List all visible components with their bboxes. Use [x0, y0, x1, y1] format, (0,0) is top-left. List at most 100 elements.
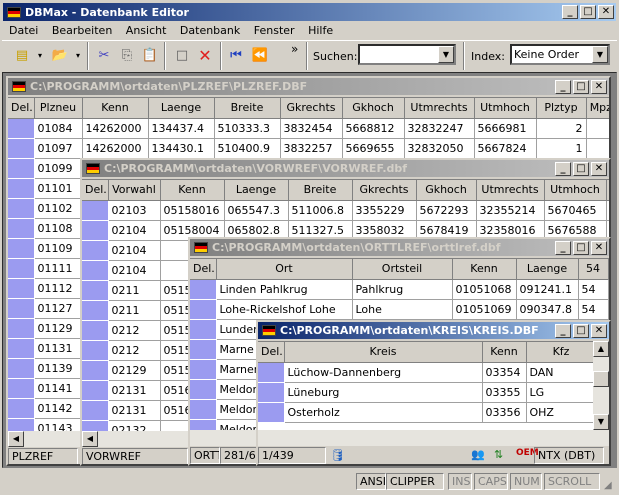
table-cell[interactable]: Linden Pahlkrug: [216, 279, 353, 300]
kreis-scroll-thumb[interactable]: [593, 371, 609, 387]
table-cell[interactable]: 5667824: [474, 138, 537, 159]
kreis-column-header[interactable]: Kreis: [284, 342, 483, 363]
orttlref-close-button[interactable]: ✕: [591, 240, 607, 255]
delete-flag-cell[interactable]: [8, 258, 35, 279]
open-dropdown-icon[interactable]: ▾: [68, 46, 88, 66]
delete-flag-cell[interactable]: [82, 280, 109, 301]
users-icon[interactable]: 👥: [471, 448, 485, 461]
plzref-column-header[interactable]: Breite: [214, 98, 281, 119]
orttlref-column-header[interactable]: Ort: [216, 259, 353, 280]
table-row[interactable]: Lohe-Rickelshof Lohe Lohe 01051069 090347.8…: [190, 299, 609, 320]
orttlref-column-header[interactable]: Laenge: [516, 259, 579, 280]
table-cell[interactable]: 065547.3: [224, 200, 289, 221]
table-cell[interactable]: Lüneburg: [284, 382, 483, 403]
vorwref-column-header[interactable]: Gkrechts: [352, 180, 417, 201]
table-row[interactable]: Lüchow-Dannenberg 03354 DAN: [258, 362, 593, 383]
kreis-close-button[interactable]: ✕: [591, 323, 607, 338]
table-cell[interactable]: Pahlkrug: [352, 279, 453, 300]
plzref-column-header[interactable]: Plztyp: [536, 98, 587, 119]
delete-flag-cell[interactable]: [258, 402, 285, 423]
table-cell[interactable]: 01109: [34, 238, 83, 259]
previous-record-icon[interactable]: ⏪: [250, 46, 270, 66]
kreis-column-header[interactable]: Kfz: [526, 342, 593, 363]
table-cell[interactable]: 01141: [34, 378, 83, 399]
delete-flag-cell[interactable]: [258, 382, 285, 403]
table-cell[interactable]: 14262000: [82, 118, 149, 139]
table-cell[interactable]: 01051068: [452, 279, 517, 300]
table-cell[interactable]: 01111: [34, 258, 83, 279]
maximize-button[interactable]: □: [580, 5, 596, 19]
table-cell[interactable]: 510333.3: [214, 118, 281, 139]
table-cell[interactable]: 01129: [34, 318, 83, 339]
table-cell[interactable]: 5666981: [474, 118, 537, 139]
table-cell[interactable]: 01143: [34, 418, 83, 431]
plzref-column-header[interactable]: Kenn: [82, 98, 149, 119]
table-row[interactable]: Osterholz 03356 OHZ: [258, 402, 593, 423]
delete-flag-cell[interactable]: [8, 298, 35, 319]
index-select[interactable]: Keine Order ▼: [510, 44, 610, 65]
plzref-minimize-button[interactable]: _: [555, 79, 571, 94]
paste-icon[interactable]: 📋: [140, 46, 160, 66]
table-cell[interactable]: 02104: [108, 220, 161, 241]
plzref-column-header[interactable]: Gkrechts: [280, 98, 343, 119]
delete-flag-cell[interactable]: [190, 379, 217, 400]
vorwref-scroll-left[interactable]: ◀: [82, 431, 98, 447]
kreis-scroll-down[interactable]: ▼: [593, 414, 609, 430]
delete-flag-cell[interactable]: [190, 359, 217, 380]
copy-icon[interactable]: ⎘: [117, 46, 137, 66]
vorwref-column-header[interactable]: Vorwahl: [108, 180, 161, 201]
orttlref-column-header[interactable]: 54: [578, 259, 609, 280]
plzref-column-header[interactable]: Mpzk: [586, 98, 609, 119]
table-cell[interactable]: 5672293: [416, 200, 477, 221]
table-cell[interactable]: 0211: [108, 300, 161, 321]
menu-hilfe[interactable]: Hilfe: [303, 22, 338, 40]
table-cell[interactable]: 5669655: [342, 138, 405, 159]
delete-flag-cell[interactable]: [258, 362, 285, 383]
table-cell[interactable]: 01051069: [452, 299, 517, 320]
table-cell[interactable]: 02131: [108, 400, 161, 421]
new-record-icon[interactable]: □: [172, 46, 192, 66]
open-folder-icon[interactable]: 📂: [50, 46, 70, 66]
table-cell[interactable]: Lohe: [352, 299, 453, 320]
delete-icon[interactable]: ✕: [195, 46, 215, 66]
kreis-scroll-up[interactable]: ▲: [593, 341, 609, 357]
table-cell[interactable]: 5668812: [342, 118, 405, 139]
menu-datenbank[interactable]: Datenbank: [175, 22, 245, 40]
search-input[interactable]: ▼: [358, 44, 456, 65]
delete-flag-cell[interactable]: [190, 419, 217, 430]
table-cell[interactable]: DAN: [526, 362, 593, 383]
delete-flag-cell[interactable]: [8, 378, 35, 399]
delete-flag-cell[interactable]: [8, 358, 35, 379]
index-dropdown-arrow[interactable]: ▼: [592, 46, 608, 63]
menu-fenster[interactable]: Fenster: [249, 22, 300, 40]
plzref-column-header[interactable]: Utmrechts: [404, 98, 475, 119]
toolbar-more-chevron[interactable]: »: [291, 42, 298, 56]
kreis-grid[interactable]: Del. Kreis Kenn Kfz Lüchow-Dannenberg 03354 DA…: [258, 341, 593, 430]
table-cell[interactable]: 1: [536, 138, 587, 159]
vorwref-column-header[interactable]: Gkhoch: [416, 180, 477, 201]
table-cell[interactable]: 3355229: [352, 200, 417, 221]
table-cell[interactable]: 05158016: [160, 200, 225, 221]
table-cell[interactable]: 134437.4: [148, 118, 215, 139]
first-record-icon[interactable]: ⏮: [226, 46, 246, 66]
new-file-icon[interactable]: ▤: [12, 46, 32, 66]
table-cell[interactable]: OHZ: [526, 402, 593, 423]
vorwref-column-header[interactable]: Kenn: [160, 180, 225, 201]
table-cell[interactable]: 510400.9: [214, 138, 281, 159]
table-cell[interactable]: 0212: [108, 320, 161, 341]
delete-flag-cell[interactable]: [82, 320, 109, 341]
delete-flag-cell[interactable]: [190, 399, 217, 420]
vorwref-close-button[interactable]: ✕: [591, 161, 607, 176]
vorwref-column-header[interactable]: Del.: [82, 180, 109, 201]
table-cell[interactable]: Osterholz: [284, 402, 483, 423]
orttlref-column-header[interactable]: Del.: [190, 259, 217, 280]
table-cell[interactable]: 02129: [108, 360, 161, 381]
table-cell[interactable]: 01127: [34, 298, 83, 319]
table-cell[interactable]: 01108: [34, 218, 83, 239]
kreis-minimize-button[interactable]: _: [555, 323, 571, 338]
table-cell[interactable]: 2: [586, 118, 609, 139]
table-cell[interactable]: 54: [578, 279, 609, 300]
menu-datei[interactable]: Datei: [4, 22, 43, 40]
delete-flag-cell[interactable]: [82, 240, 109, 261]
delete-flag-cell[interactable]: [8, 338, 35, 359]
